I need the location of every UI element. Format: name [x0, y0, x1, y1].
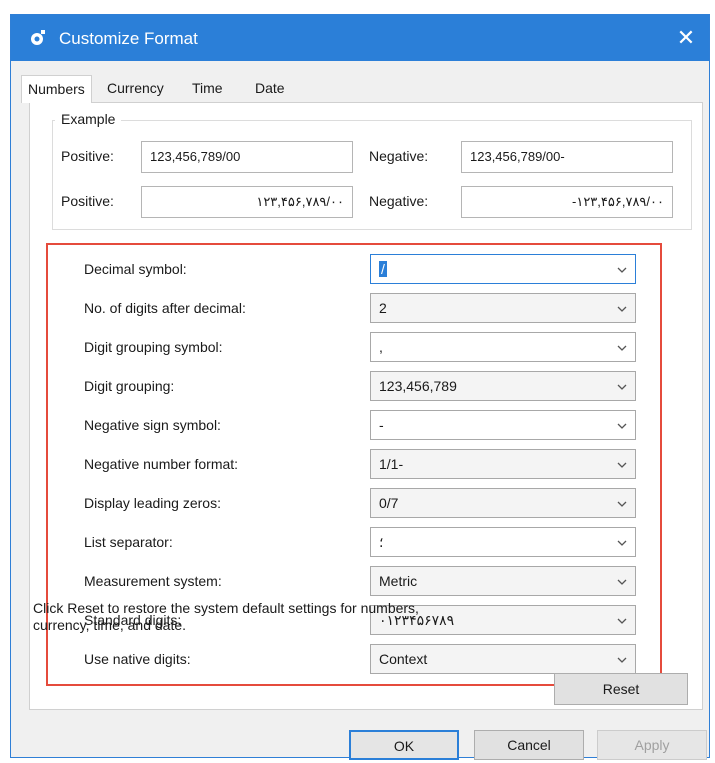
decimal-symbol-combo[interactable]: /	[370, 254, 636, 284]
tab-date[interactable]: Date	[249, 75, 291, 103]
decimal-symbol-label: Decimal symbol:	[84, 261, 187, 277]
display-leading-zeros-value: 0/7	[379, 495, 399, 511]
measurement-system-combo[interactable]: Metric	[370, 566, 636, 596]
customize-format-dialog: Customize Format ✕ Numbers Currency Time…	[10, 14, 710, 760]
digits-after-decimal-label: No. of digits after decimal:	[84, 300, 246, 316]
list-separator-value: ؛	[379, 534, 384, 550]
list-separator-label: List separator:	[84, 534, 173, 550]
negative-label-1: Negative:	[369, 148, 429, 164]
display-leading-zeros-combo[interactable]: 0/7	[370, 488, 636, 518]
chevron-down-icon	[617, 423, 627, 429]
digit-grouping-value: 123,456,789	[379, 378, 457, 394]
negative-number-format-value: 1/1-	[379, 456, 404, 472]
positive-example-field-2: ۱۲۳,۴۵۶,۷۸۹/۰۰	[141, 186, 353, 218]
digit-grouping-label: Digit grouping:	[84, 378, 175, 394]
decimal-symbol-value: /	[379, 261, 387, 277]
cancel-button[interactable]: Cancel	[474, 730, 584, 760]
use-native-digits-label: Use native digits:	[84, 651, 191, 667]
apply-button[interactable]: Apply	[597, 730, 707, 760]
negative-example-field-1: 123,456,789/00-	[461, 141, 673, 173]
digit-grouping-symbol-label: Digit grouping symbol:	[84, 339, 223, 355]
negative-number-format-label: Negative number format:	[84, 456, 239, 472]
example-group: Example Positive: 123,456,789/00 Negativ…	[52, 111, 692, 230]
negative-sign-symbol-value: -	[379, 417, 384, 433]
list-separator-combo[interactable]: ؛	[370, 527, 636, 557]
chevron-down-icon	[617, 384, 627, 390]
negative-label-2: Negative:	[369, 193, 429, 209]
digit-grouping-combo[interactable]: 123,456,789	[370, 371, 636, 401]
settings-app-icon	[31, 30, 45, 45]
chevron-down-icon	[617, 267, 627, 273]
example-group-label: Example	[55, 111, 122, 127]
setting-row-digit-grouping-symbol: Digit grouping symbol: ,	[48, 329, 660, 368]
negative-example-field-2: -۱۲۳,۴۵۶,۷۸۹/۰۰	[461, 186, 673, 218]
measurement-system-label: Measurement system:	[84, 573, 222, 589]
tab-currency[interactable]: Currency	[101, 75, 170, 103]
positive-label-1: Positive:	[61, 148, 114, 164]
use-native-digits-combo[interactable]: Context	[370, 644, 636, 674]
chevron-down-icon	[617, 657, 627, 663]
close-icon: ✕	[676, 25, 696, 50]
setting-row-list-separator: List separator: ؛	[48, 524, 660, 563]
negative-sign-symbol-combo[interactable]: -	[370, 410, 636, 440]
chevron-down-icon	[617, 462, 627, 468]
chevron-down-icon	[617, 501, 627, 507]
chevron-down-icon	[617, 306, 627, 312]
negative-sign-symbol-label: Negative sign symbol:	[84, 417, 221, 433]
digits-after-decimal-value: 2	[379, 300, 387, 316]
setting-row-negative-sign-symbol: Negative sign symbol: -	[48, 407, 660, 446]
digit-grouping-symbol-combo[interactable]: ,	[370, 332, 636, 362]
positive-label-2: Positive:	[61, 193, 114, 209]
setting-row-digits-after-decimal: No. of digits after decimal: 2	[48, 290, 660, 329]
tab-numbers[interactable]: Numbers	[21, 75, 92, 103]
setting-row-digit-grouping: Digit grouping: 123,456,789	[48, 368, 660, 407]
title-bar: Customize Format ✕	[11, 15, 709, 61]
dialog-title: Customize Format	[59, 29, 198, 48]
setting-row-negative-number-format: Negative number format: 1/1-	[48, 446, 660, 485]
digit-grouping-symbol-value: ,	[379, 339, 383, 355]
digits-after-decimal-combo[interactable]: 2	[370, 293, 636, 323]
display-leading-zeros-label: Display leading zeros:	[84, 495, 221, 511]
chevron-down-icon	[617, 540, 627, 546]
negative-number-format-combo[interactable]: 1/1-	[370, 449, 636, 479]
setting-row-display-leading-zeros: Display leading zeros: 0/7	[48, 485, 660, 524]
reset-button[interactable]: Reset	[554, 673, 688, 705]
use-native-digits-value: Context	[379, 651, 428, 667]
chevron-down-icon	[617, 618, 627, 624]
reset-info-text: Click Reset to restore the system defaul…	[33, 600, 419, 633]
close-button[interactable]: ✕	[663, 15, 709, 61]
setting-row-measurement-system: Measurement system: Metric	[48, 563, 660, 602]
chevron-down-icon	[617, 345, 627, 351]
tab-time[interactable]: Time	[186, 75, 229, 103]
positive-example-field-1: 123,456,789/00	[141, 141, 353, 173]
measurement-system-value: Metric	[379, 573, 418, 589]
chevron-down-icon	[617, 579, 627, 585]
setting-row-decimal-symbol: Decimal symbol: /	[48, 251, 660, 290]
ok-button[interactable]: OK	[349, 730, 459, 760]
